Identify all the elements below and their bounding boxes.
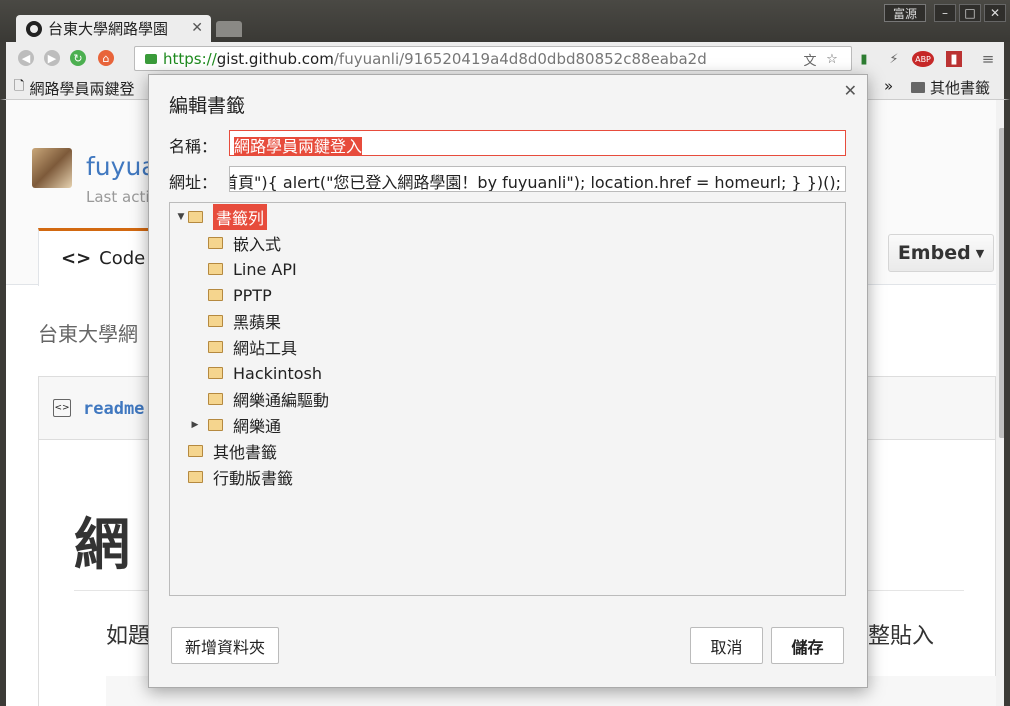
bookmark-name-value: 網路學員兩鍵登入 — [234, 137, 363, 156]
tree-node[interactable]: ▶ 網樂通 — [188, 413, 281, 437]
folder-icon — [208, 263, 223, 275]
bookmark-url-value: /首頁"){ alert("您已登入網路學園！by fuyuanli"); lo… — [229, 173, 841, 192]
file-name[interactable]: readme — [83, 399, 144, 419]
folder-icon — [188, 211, 203, 223]
close-icon[interactable]: ✕ — [844, 81, 857, 100]
bookmark-label: 網路學員兩鍵登 — [29, 79, 135, 98]
tree-node-label: Line API — [233, 259, 297, 279]
gist-owner[interactable]: fuyua — [86, 152, 157, 181]
folder-icon — [208, 419, 223, 431]
folder-tree[interactable]: ▼ 書籤列 嵌入式 Line API PPTP 黑蘋果 網站工具 Hackint… — [169, 202, 846, 596]
tree-node-label: 網站工具 — [233, 339, 298, 358]
bookmark-item[interactable]: 🗋 網路學員兩鍵登 — [14, 77, 134, 99]
folder-icon — [208, 237, 223, 249]
star-icon[interactable]: ☆ — [824, 51, 840, 67]
tree-node-mobile-bookmarks[interactable]: 行動版書籤 — [188, 465, 293, 489]
expand-arrow-icon[interactable]: ▼ — [174, 212, 188, 222]
edit-bookmark-dialog: 編輯書籤 ✕ 名稱： 網路學員兩鍵登入 網址： /首頁"){ alert("您已… — [148, 74, 868, 688]
folder-icon — [208, 367, 223, 379]
tree-node[interactable]: Hackintosh — [208, 361, 322, 385]
folder-icon — [911, 82, 925, 93]
tree-node-label: 嵌入式 — [233, 235, 282, 254]
bolt-icon[interactable]: ⚡ — [886, 51, 902, 67]
window-close-button[interactable]: ✕ — [984, 4, 1006, 22]
dialog-title: 編輯書籤 — [169, 95, 246, 117]
readme-heading: 網 — [74, 513, 130, 578]
folder-icon — [208, 393, 223, 405]
tree-node-label: 黑蘋果 — [233, 313, 282, 332]
address-bar[interactable]: https:// gist.github.com /fuyuanli/91652… — [134, 46, 852, 71]
readme-paragraph: 如題 — [106, 624, 151, 649]
tree-node-bookmarks-bar[interactable]: ▼ 書籤列 — [174, 204, 268, 230]
forward-icon[interactable]: ▶ — [44, 50, 60, 66]
tree-node-other-bookmarks[interactable]: 其他書籤 — [188, 439, 277, 463]
tab-code-label: Code — [99, 248, 146, 269]
back-icon[interactable]: ◀ — [18, 50, 34, 66]
folder-icon — [208, 315, 223, 327]
embed-button[interactable]: Embed ▼ — [888, 234, 994, 272]
adblock-icon[interactable]: ABP — [912, 51, 934, 67]
reload-icon[interactable]: ↻ — [70, 50, 86, 66]
code-icon: <> — [61, 248, 92, 269]
tab-title: 台東大學網路學園 — [48, 20, 169, 38]
tree-node-label: Hackintosh — [233, 363, 323, 383]
last-active: Last acti — [86, 188, 150, 206]
lock-icon — [145, 53, 157, 64]
new-tab-button[interactable] — [216, 21, 242, 37]
tree-node[interactable]: PPTP — [208, 283, 272, 307]
gist-description: 台東大學網 — [38, 322, 138, 346]
bookmark-name-input[interactable]: 網路學員兩鍵登入 — [229, 130, 846, 156]
translate-icon[interactable]: 文 — [802, 51, 818, 69]
url-host: gist.github.com — [216, 49, 334, 68]
close-icon[interactable]: ✕ — [191, 20, 203, 36]
chevron-down-icon: ▼ — [975, 246, 985, 260]
other-bookmarks-label: 其他書籤 — [930, 79, 991, 97]
new-folder-button[interactable]: 新增資料夾 — [171, 627, 279, 664]
folder-icon — [188, 445, 203, 457]
tree-node-label: 行動版書籤 — [213, 469, 294, 488]
minimize-button[interactable]: – — [934, 4, 956, 22]
code-file-icon: <> — [53, 399, 71, 417]
save-button[interactable]: 儲存 — [771, 627, 844, 664]
embed-label: Embed — [897, 242, 971, 264]
tree-node-label: 其他書籤 — [213, 443, 278, 462]
bookmarks-overflow[interactable]: » — [884, 77, 893, 95]
folder-icon — [208, 289, 223, 301]
tree-node[interactable]: Line API — [208, 257, 297, 281]
title-bar: 台東大學網路學園 ✕ 富源 – □ ✕ — [0, 0, 1010, 42]
other-bookmarks[interactable]: 其他書籤 — [911, 77, 990, 98]
tree-node[interactable]: 網樂通編驅動 — [208, 387, 329, 411]
page-icon: 🗋 — [14, 79, 25, 94]
tree-node-label: 書籤列 — [213, 204, 268, 230]
tree-node-label: PPTP — [233, 285, 272, 305]
folder-icon — [188, 471, 203, 483]
tree-node-label: 網樂通 — [233, 417, 282, 436]
maximize-button[interactable]: □ — [959, 4, 981, 22]
url-label: 網址： — [169, 173, 218, 192]
collapsed-arrow-icon[interactable]: ▶ — [188, 420, 202, 430]
cancel-button[interactable]: 取消 — [690, 627, 763, 664]
tab-gist[interactable]: 台東大學網路學園 ✕ — [16, 15, 211, 42]
scrollbar-thumb[interactable] — [999, 128, 1004, 438]
url-scheme: https:// — [163, 49, 217, 68]
home-icon[interactable]: ⌂ — [98, 50, 114, 66]
tree-node-label: 網樂通編驅動 — [233, 391, 330, 410]
github-icon — [26, 20, 42, 37]
book-extension-icon[interactable]: ▮ — [946, 51, 962, 67]
url-path: /fuyuanli/916520419a4d8d0dbd80852c88eaba… — [333, 49, 707, 68]
name-label: 名稱： — [169, 137, 218, 156]
tree-node[interactable]: 嵌入式 — [208, 231, 281, 255]
folder-icon — [208, 341, 223, 353]
tree-node[interactable]: 網站工具 — [208, 335, 297, 359]
menu-icon[interactable]: ≡ — [980, 50, 996, 68]
tree-node[interactable]: 黑蘋果 — [208, 309, 281, 333]
profile-badge[interactable]: 富源 — [884, 4, 926, 22]
bookmark-url-input[interactable]: /首頁"){ alert("您已登入網路學園！by fuyuanli"); lo… — [229, 166, 846, 192]
browser-toolbar: ◀ ▶ ↻ ⌂ https:// gist.github.com /fuyuan… — [0, 42, 1010, 74]
extension-icon[interactable]: ▮ — [856, 51, 872, 67]
avatar[interactable] — [32, 148, 72, 188]
